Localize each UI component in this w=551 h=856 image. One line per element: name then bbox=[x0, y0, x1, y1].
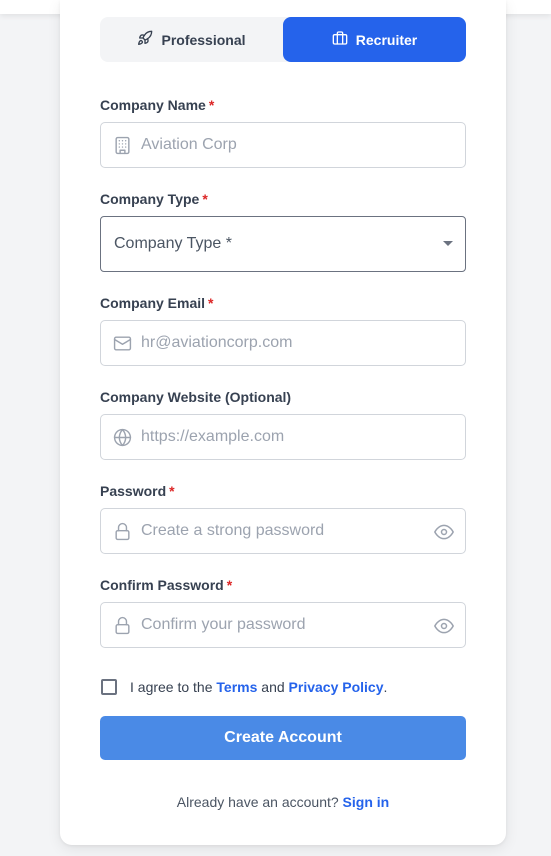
company-email-label: Company Email * bbox=[100, 295, 214, 311]
company-type-select[interactable]: Company Type * bbox=[100, 216, 466, 272]
password-field: Password * bbox=[100, 482, 466, 554]
lock-icon bbox=[113, 616, 132, 635]
password-input-wrap bbox=[100, 508, 466, 554]
tab-professional-label: Professional bbox=[161, 31, 246, 48]
caret-down-icon bbox=[443, 241, 453, 246]
terms-checkbox[interactable] bbox=[101, 679, 117, 695]
signup-card: Professional Recruiter Company Name* Com… bbox=[60, 0, 506, 845]
company-website-input[interactable] bbox=[141, 415, 421, 459]
eye-icon[interactable] bbox=[434, 522, 454, 542]
rocket-icon bbox=[137, 30, 153, 49]
tab-professional[interactable]: Professional bbox=[100, 17, 283, 62]
company-name-input[interactable] bbox=[141, 123, 421, 167]
tab-recruiter-label: Recruiter bbox=[355, 31, 418, 48]
confirm-password-label: Confirm Password * bbox=[100, 577, 233, 593]
agree-and: and bbox=[257, 679, 289, 695]
required-marker: * bbox=[208, 295, 214, 311]
signin-prompt-text: Already have an account? bbox=[176, 794, 343, 810]
terms-link[interactable]: Terms bbox=[216, 679, 257, 695]
company-name-input-wrap bbox=[100, 122, 466, 168]
create-account-button[interactable]: Create Account bbox=[100, 716, 466, 760]
company-website-input-wrap bbox=[100, 414, 466, 460]
company-email-input[interactable] bbox=[141, 321, 421, 365]
eye-icon[interactable] bbox=[434, 616, 454, 636]
required-marker: * bbox=[202, 191, 208, 207]
terms-agreement: I agree to the Terms and Privacy Policy … bbox=[100, 677, 466, 697]
tab-recruiter[interactable]: Recruiter bbox=[283, 17, 466, 62]
building-icon bbox=[113, 136, 132, 155]
company-name-field: Company Name * bbox=[100, 96, 466, 168]
company-type-selected: Company Type * bbox=[114, 235, 232, 252]
privacy-policy-link[interactable]: Privacy Policy bbox=[289, 679, 384, 695]
password-input[interactable] bbox=[141, 509, 421, 553]
briefcase-icon bbox=[332, 30, 348, 49]
required-marker: * bbox=[169, 483, 175, 499]
company-email-field: Company Email * bbox=[100, 294, 466, 366]
signin-prompt: Already have an account? Sign in bbox=[100, 794, 466, 810]
company-type-label: Company Type * bbox=[100, 191, 208, 207]
confirm-password-input[interactable] bbox=[141, 603, 421, 647]
agree-prefix: I agree to the bbox=[130, 679, 217, 695]
required-marker: * bbox=[226, 577, 233, 593]
company-type-field: Company Type * Company Type * bbox=[100, 190, 466, 272]
confirm-password-field: Confirm Password * bbox=[100, 576, 466, 648]
account-type-tabs: Professional Recruiter bbox=[100, 17, 466, 62]
mail-icon bbox=[113, 334, 132, 353]
company-name-label: Company Name * bbox=[100, 97, 215, 113]
required-marker: * bbox=[208, 97, 215, 113]
password-label: Password * bbox=[100, 483, 175, 499]
confirm-password-input-wrap bbox=[100, 602, 466, 648]
lock-icon bbox=[113, 522, 132, 541]
sign-in-link[interactable]: Sign in bbox=[343, 794, 390, 810]
agree-suffix: . bbox=[383, 679, 388, 695]
company-email-input-wrap bbox=[100, 320, 466, 366]
company-website-field: Company Website (Optional) bbox=[100, 388, 466, 460]
globe-icon bbox=[113, 428, 132, 447]
company-website-label: Company Website (Optional) bbox=[100, 389, 292, 405]
